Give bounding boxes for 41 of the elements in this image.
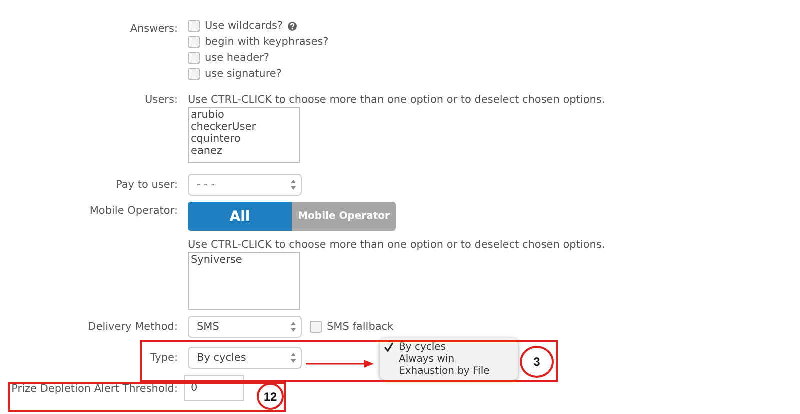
users-listbox[interactable]: arubio checkerUser cquintero eanez (188, 107, 300, 163)
menu-item[interactable]: Exhaustion by File (380, 365, 518, 377)
field-label: Answers: (130, 22, 178, 35)
checkbox-label: begin with keyphrases? (205, 36, 329, 48)
list-option[interactable]: cquintero (191, 133, 297, 145)
field-label: Delivery Method: (88, 320, 178, 333)
checkmark-icon (384, 342, 394, 352)
list-option[interactable]: arubio (191, 109, 297, 121)
list-option[interactable]: checkerUser (191, 121, 297, 133)
select-arrows-icon (291, 353, 296, 363)
list-option[interactable]: Syniverse (191, 254, 297, 266)
toggle-button[interactable]: All (188, 202, 292, 231)
checkbox[interactable] (188, 36, 200, 48)
field-label: Mobile Operator: (90, 204, 178, 217)
hint-text: Use CTRL-CLICK to choose more than one option or to deselect chosen options. (188, 93, 606, 106)
select-field[interactable]: SMS (188, 316, 302, 338)
field-label: Prize Depletion Alert Threshold: (12, 382, 178, 395)
callout-number: 3 (520, 346, 554, 378)
select-arrows-icon (291, 180, 296, 190)
menu-item[interactable]: Always win (380, 353, 518, 365)
field-label: Pay to user: (116, 178, 178, 191)
field-label: Users: (145, 93, 178, 106)
checkbox[interactable] (188, 52, 200, 64)
checkbox-label: use signature? (205, 68, 282, 80)
menu-item[interactable]: By cycles (380, 341, 518, 353)
select-field[interactable]: By cycles (188, 347, 302, 369)
arrow-icon (306, 359, 374, 369)
operator-listbox[interactable]: Syniverse (188, 252, 300, 310)
field-label: Type: (150, 351, 178, 364)
hint-text: Use CTRL-CLICK to choose more than one option or to deselect chosen options. (188, 239, 606, 251)
checkbox[interactable] (188, 20, 200, 32)
checkbox-label: SMS fallback (327, 321, 394, 333)
select-arrows-icon (291, 322, 296, 332)
checkbox[interactable] (310, 321, 322, 333)
checkbox-label: Use wildcards? (205, 20, 284, 32)
callout-number: 12 (257, 383, 284, 410)
select-field[interactable]: - - - (188, 174, 302, 196)
help-icon[interactable] (288, 22, 298, 30)
checkbox-label: use header? (205, 52, 270, 64)
list-option[interactable]: eanez (191, 145, 297, 157)
checkbox[interactable] (188, 68, 200, 80)
